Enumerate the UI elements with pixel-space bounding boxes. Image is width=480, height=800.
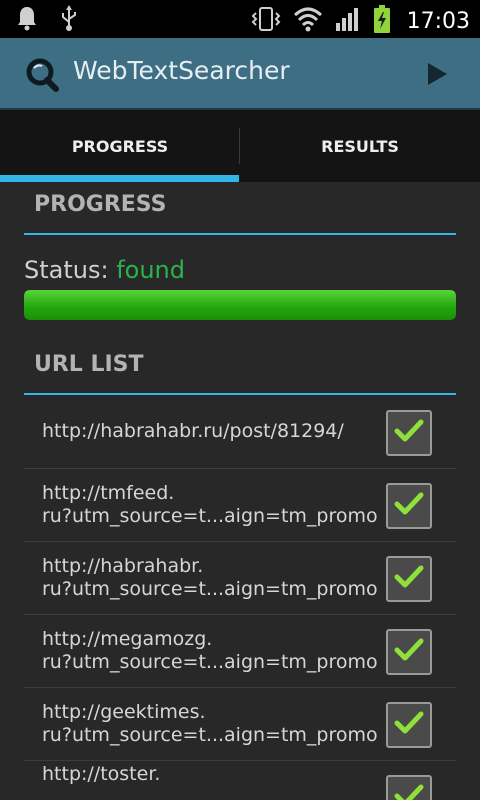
checkmark-icon xyxy=(394,491,424,521)
url-checkbox[interactable] xyxy=(386,556,432,602)
progress-bar xyxy=(24,290,456,320)
tab-selected-indicator xyxy=(0,175,239,182)
progress-bar-fill xyxy=(24,290,456,320)
tab-progress[interactable]: PROGRESS xyxy=(0,110,240,182)
signal-icon xyxy=(335,5,361,37)
play-icon xyxy=(426,63,448,90)
url-text: http://habrahabr.ru/post/81294/ xyxy=(42,420,344,442)
play-button[interactable] xyxy=(426,62,448,90)
url-text: http://geektimes. ru?utm_source=t...aign… xyxy=(42,701,378,746)
url-list: http://habrahabr.ru/post/81294/ http://t… xyxy=(24,396,456,800)
battery-charging-icon xyxy=(373,4,391,38)
url-checkbox[interactable] xyxy=(386,483,432,529)
list-item[interactable]: http://toster. xyxy=(24,761,456,800)
list-item[interactable]: http://tmfeed. ru?utm_source=t...aign=tm… xyxy=(24,469,456,542)
list-item[interactable]: http://geektimes. ru?utm_source=t...aign… xyxy=(24,688,456,761)
checkmark-icon xyxy=(394,783,424,800)
url-text: http://toster. xyxy=(42,763,161,785)
progress-section-header: PROGRESS xyxy=(24,192,456,235)
checkmark-icon xyxy=(394,637,424,667)
app-title: WebTextSearcher xyxy=(73,56,290,85)
checkmark-icon xyxy=(394,710,424,740)
checkmark-icon xyxy=(394,418,424,448)
list-item[interactable]: http://habrahabr.ru/post/81294/ xyxy=(24,396,456,469)
list-item[interactable]: http://habrahabr. ru?utm_source=t...aign… xyxy=(24,542,456,615)
tab-results[interactable]: RESULTS xyxy=(240,110,480,182)
list-item[interactable]: http://megamozg. ru?utm_source=t...aign=… xyxy=(24,615,456,688)
checkmark-icon xyxy=(394,564,424,594)
url-checkbox[interactable] xyxy=(386,410,432,456)
url-text: http://habrahabr. ru?utm_source=t...aign… xyxy=(42,555,378,600)
notification-bell-icon xyxy=(16,4,38,36)
url-text: http://megamozg. ru?utm_source=t...aign=… xyxy=(42,628,378,673)
status-line: Status: found xyxy=(24,256,185,284)
url-checkbox[interactable] xyxy=(386,629,432,675)
url-checkbox[interactable] xyxy=(386,775,432,800)
status-label: Status: xyxy=(24,256,109,284)
search-logo-icon xyxy=(24,56,60,96)
status-bar: 17:03 xyxy=(0,0,480,38)
url-text: http://tmfeed. ru?utm_source=t...aign=tm… xyxy=(42,482,378,527)
url-list-section-header: URL LIST xyxy=(24,352,456,395)
url-checkbox[interactable] xyxy=(386,702,432,748)
wifi-icon xyxy=(293,5,323,37)
usb-icon xyxy=(58,4,80,36)
clock: 17:03 xyxy=(406,8,470,34)
status-value: found xyxy=(116,256,185,284)
vibrate-icon xyxy=(251,5,281,37)
tab-bar: PROGRESS RESULTS xyxy=(0,110,480,182)
action-bar: WebTextSearcher xyxy=(0,38,480,110)
